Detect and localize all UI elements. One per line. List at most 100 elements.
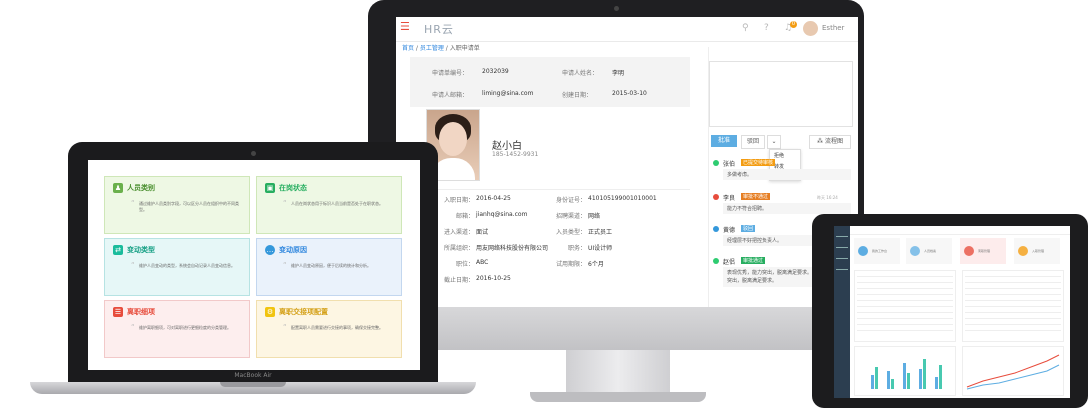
timeline-comment: 能力不符合招聘。 (723, 203, 851, 214)
quick-label: 离职管理 (978, 249, 991, 253)
card-title: 变动原因 (279, 246, 307, 254)
card-text: 维护离职细项，可对离职进行更细粒度的分类管理。 (139, 325, 231, 330)
search-icon[interactable]: ⚲ (742, 23, 749, 33)
detail-value: ABC (476, 259, 489, 266)
employee-details: 入职日期： 2016-04-25 身份证号： 41010519900101000… (410, 193, 700, 289)
list-icon: ☰ (113, 307, 123, 317)
timeline-name: 黄德 (723, 227, 736, 234)
detail-row: 进入渠道： 面试 入员类型： 正式员工 (410, 225, 700, 241)
reject-button[interactable]: 驳回 (741, 135, 765, 149)
macbook-notch (220, 382, 286, 387)
card-text: 维护人员变动原因，便于后续的统计和分析。 (291, 263, 371, 268)
people-icon: ♟ (113, 183, 123, 193)
email-value: liming@sina.com (482, 90, 534, 97)
quote-icon: “ (131, 261, 135, 269)
imac-camera (614, 6, 619, 11)
status-badge: 已提交待审核 (741, 159, 776, 166)
user-icon (858, 246, 868, 256)
macbook-screen: ♟ 人员类别 “ 通过维护人员类别字段，可以区分人员在组织中的不同类型。 ▣ 在… (88, 160, 420, 370)
employee-phone: 185-1452-9931 (492, 151, 539, 158)
created-label: 创建日期： (562, 92, 593, 99)
status-badge: 审批不通过 (741, 193, 771, 200)
flowchart-label: 流程图 (824, 138, 843, 145)
detail-value: UI设计师 (588, 245, 613, 252)
detail-value: 用友网络科技股份有限公司 (476, 245, 549, 252)
quick-card[interactable]: 人员档案 (906, 238, 952, 264)
card-resignation-details[interactable]: ☰ 离职细项 “ 维护离职细项，可对离职进行更细粒度的分类管理。 (104, 300, 250, 358)
detail-row: 截止日期： 2016-10-25 (410, 273, 700, 289)
timeline-name: 张伯 (723, 161, 736, 168)
quick-card[interactable]: 入职管理 (1014, 238, 1060, 264)
quick-card[interactable]: 离职管理 (960, 238, 1006, 264)
detail-value: 正式员工 (588, 229, 613, 236)
macbook-label: MacBook Air (234, 372, 272, 379)
detail-value: 6个月 (588, 261, 604, 268)
email-label: 申请人邮箱： (432, 92, 469, 99)
card-title: 人员类别 (127, 184, 155, 192)
card-title: 变动类型 (127, 246, 155, 254)
status-dot-icon (713, 194, 719, 200)
detail-label: 招聘渠道： (555, 213, 586, 220)
detail-row: 入职日期： 2016-04-25 身份证号： 41010519900101000… (410, 193, 700, 209)
briefcase-icon: ▣ (265, 183, 275, 193)
card-handover-config[interactable]: ⚙ 离职交接项配置 “ 配置离职人员需要进行交接的事项，确保交接完整。 (256, 300, 402, 358)
card-change-type[interactable]: ⇄ 变动类型 “ 维护人员变动的类型，系统会自动记录人员变动信息。 (104, 238, 250, 296)
timeline-time: 昨天 16:24 (817, 195, 838, 200)
breadcrumb-section[interactable]: 员工管理 (420, 45, 444, 52)
detail-label: 职务： (567, 245, 586, 252)
detail-value: jianhq@sina.com (476, 211, 528, 218)
card-title: 在岗状态 (279, 184, 307, 192)
imac-foot (530, 392, 706, 402)
detail-label: 入员类型： (555, 229, 586, 236)
status-badge: 驳回 (741, 225, 756, 232)
created-value: 2015-03-10 (612, 90, 647, 97)
card-text: 维护人员变动的类型，系统会自动记录人员变动信息。 (139, 263, 235, 268)
flowchart-icon: ⁂ (817, 138, 825, 145)
breadcrumb-home[interactable]: 首页 (402, 45, 414, 52)
tablet-table (854, 270, 956, 342)
quote-icon: “ (131, 323, 135, 331)
app-no-label: 申请单编号： (432, 70, 469, 77)
card-personnel-category[interactable]: ♟ 人员类别 “ 通过维护人员类别字段，可以区分人员在组织中的不同类型。 (104, 176, 250, 234)
chat-icon: … (265, 245, 275, 255)
approve-button[interactable]: 批准 (711, 135, 737, 147)
app-header: ☰ HR云 ⚲ ? ♫ 0 Esther (396, 17, 858, 42)
photo-face (439, 122, 467, 156)
card-on-duty-status[interactable]: ▣ 在岗状态 “ 人员在岗状态用于标识人员当前是否处于在职状态。 (256, 176, 402, 234)
detail-row: 所属组织： 用友网络科技股份有限公司 职务： UI设计师 (410, 241, 700, 257)
tablet-screen: 我的工作台 人员档案 离职管理 入职管理 (834, 226, 1070, 398)
status-dot-icon (713, 258, 719, 264)
user-name[interactable]: Esther (822, 24, 844, 32)
detail-label: 试用期限： (555, 261, 586, 268)
more-dropdown-button[interactable]: ⌄ (767, 135, 781, 149)
card-title: 离职交接项配置 (279, 308, 328, 316)
detail-value: 2016-10-25 (476, 275, 511, 282)
application-info: 申请单编号： 2032039 申请人姓名： 李明 申请人邮箱： liming@s… (410, 57, 690, 107)
applicant-value: 李明 (612, 70, 625, 77)
timeline-name: 赵侣 (723, 259, 736, 266)
apple-logo-icon (610, 310, 632, 334)
notification-badge: 0 (790, 21, 797, 28)
chevron-down-icon: ⌄ (771, 138, 777, 145)
hamburger-menu-icon[interactable]: ☰ (400, 21, 410, 32)
detail-value: 网络 (588, 213, 601, 220)
quote-icon: “ (283, 261, 287, 269)
applicant-label: 申请人姓名： (562, 70, 599, 77)
card-change-reason[interactable]: … 变动原因 “ 维护人员变动原因，便于后续的统计和分析。 (256, 238, 402, 296)
help-icon[interactable]: ? (764, 23, 769, 33)
gear-icon: ⚙ (265, 307, 275, 317)
user-avatar[interactable] (803, 21, 818, 36)
breadcrumb: 首页 / 员工管理 / 入职申请单 (402, 45, 480, 52)
card-text: 通过维护人员类别字段，可以区分人员在组织中的不同类型。 (139, 201, 239, 212)
imac-screen: ☰ HR云 ⚲ ? ♫ 0 Esther 首页 / 员工管理 / 入职申请单 申… (396, 17, 858, 307)
status-badge: 审批通过 (741, 257, 766, 264)
comment-input[interactable] (709, 61, 853, 127)
flowchart-button[interactable]: ⁂ 流程图 (809, 135, 851, 149)
detail-label: 身份证号： (555, 197, 586, 204)
quick-label: 人员档案 (924, 249, 937, 253)
employee-name: 赵小白 (492, 141, 522, 152)
app-no-value: 2032039 (482, 68, 509, 75)
breadcrumb-current: 入职申请单 (449, 45, 480, 52)
quick-label: 入职管理 (1032, 249, 1045, 253)
quick-card[interactable]: 我的工作台 (854, 238, 900, 264)
